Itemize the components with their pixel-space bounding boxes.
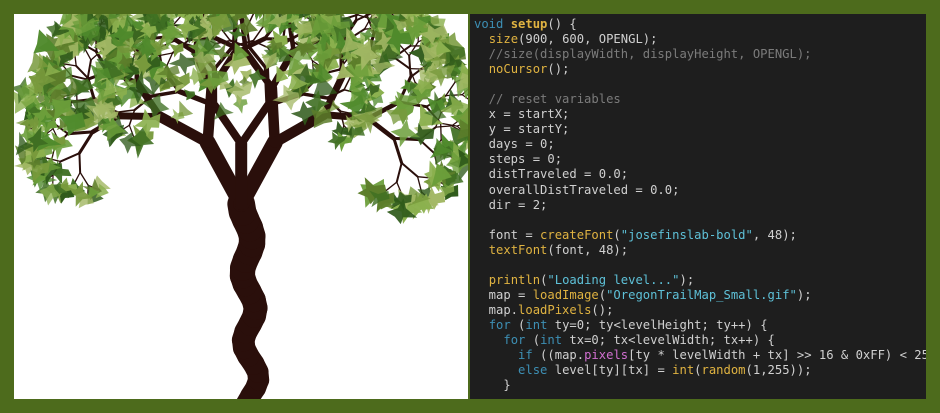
sketch-canvas [14, 14, 468, 399]
code-line-7: x = startX; [474, 107, 570, 122]
code-line-6: // reset variables [474, 92, 621, 107]
fractal-tree-drawing [14, 14, 468, 399]
code-line-24: else level[ty][tx] = int(random(1,255)); [518, 363, 812, 378]
code-line-10: steps = 0; [474, 152, 563, 167]
code-line-20: map.loadPixels(); [474, 302, 614, 317]
code-line-19: map = loadImage("OregonTrailMap_Small.gi… [474, 287, 812, 302]
code-line-2: size(900, 600, OPENGL); [488, 32, 658, 47]
code-line-13: dir = 2; [474, 197, 548, 212]
code-text: void setup() { size(900, 600, OPENGL); /… [470, 14, 926, 393]
code-line-8: y = startY; [474, 122, 570, 137]
code-line-21: for (int ty=0; ty<levelHeight; ty++) { [488, 317, 768, 332]
code-line-11: distTraveled = 0.0; [474, 167, 629, 182]
code-line-4: noCursor(); [488, 62, 570, 77]
code-line-23: if ((map.pixels[ty * levelWidth + tx] >>… [518, 348, 926, 363]
code-line-1: void setup() { [474, 17, 577, 31]
code-line-3: //size(displayWidth, displayHeight, OPEN… [474, 47, 812, 62]
code-line-9: days = 0; [474, 137, 555, 152]
screenshot-frame: void setup() { size(900, 600, OPENGL); /… [0, 0, 940, 413]
code-line-22: for (int tx=0; tx<levelWidth; tx++) { [503, 332, 775, 347]
code-line-18: println("Loading level..."); [488, 272, 695, 287]
code-line-15: font = createFont("josefinslab-bold", 48… [474, 227, 797, 242]
code-editor[interactable]: void setup() { size(900, 600, OPENGL); /… [470, 14, 926, 399]
code-line-25: } [474, 378, 511, 393]
code-line-16: textFont(font, 48); [488, 242, 629, 257]
code-line-12: overallDistTraveled = 0.0; [474, 182, 680, 197]
